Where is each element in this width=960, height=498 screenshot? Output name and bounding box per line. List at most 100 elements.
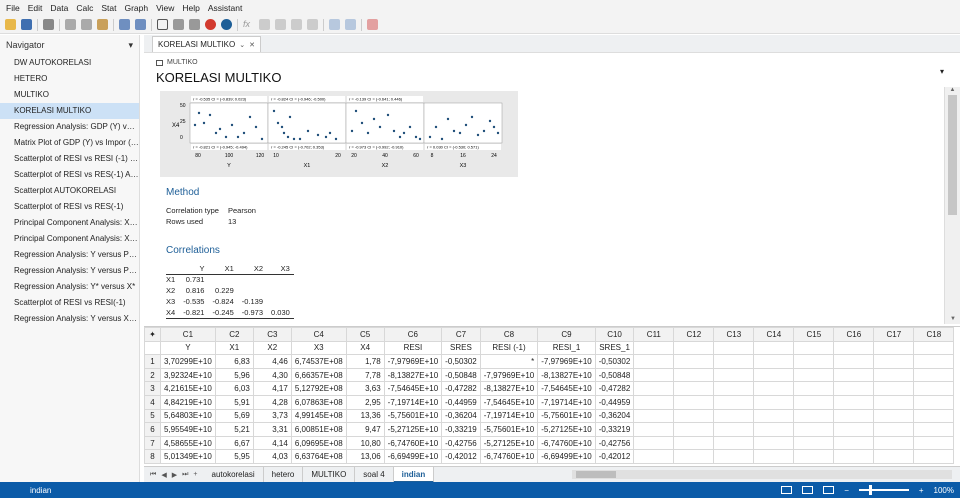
- navigator-item[interactable]: Regression Analysis: GDP (Y) versu...: [0, 119, 139, 135]
- worksheet-cell[interactable]: -0,42012: [594, 449, 635, 464]
- row-number[interactable]: 8: [144, 449, 161, 464]
- worksheet-cell[interactable]: [793, 394, 835, 410]
- tab-korelasi-multiko[interactable]: KORELASI MULTIKO ⌄ ✕: [152, 36, 261, 52]
- open-icon[interactable]: [5, 19, 16, 30]
- navigator-item[interactable]: Scatterplot of RESI vs RES(-1) AUT...: [0, 167, 139, 183]
- worksheet-cell[interactable]: [633, 449, 675, 464]
- worksheet-cell[interactable]: 6,03: [214, 381, 254, 396]
- scroll-down-icon[interactable]: ▼: [945, 316, 960, 322]
- worksheet-cell[interactable]: 3,31: [252, 422, 292, 437]
- worksheet-cell[interactable]: -0,36204: [594, 408, 635, 424]
- menu-item-stat[interactable]: Stat: [101, 3, 116, 13]
- worksheet-cell[interactable]: [793, 381, 835, 396]
- worksheet-cell[interactable]: [713, 449, 755, 464]
- worksheet-cell[interactable]: -0,44959: [441, 394, 481, 410]
- column-id-header[interactable]: C1: [160, 327, 216, 342]
- horizontal-scrollbar[interactable]: [572, 470, 952, 479]
- help-icon[interactable]: [221, 19, 232, 30]
- worksheet-cell[interactable]: [753, 422, 795, 437]
- replace-icon[interactable]: [189, 19, 200, 30]
- column-name-cell[interactable]: X2: [252, 340, 292, 356]
- cut-icon[interactable]: [65, 19, 76, 30]
- worksheet-cell[interactable]: [833, 435, 875, 451]
- worksheet-cell[interactable]: -8,13827E+10: [383, 367, 443, 383]
- worksheet-cell[interactable]: [873, 449, 915, 464]
- scroll-up-icon[interactable]: ▲: [945, 87, 960, 93]
- column-id-header[interactable]: C14: [753, 327, 795, 342]
- worksheet-cell[interactable]: -0,50848: [441, 367, 481, 383]
- insert-column-icon[interactable]: [275, 19, 286, 30]
- worksheet-cell[interactable]: [673, 422, 715, 437]
- worksheet-cell[interactable]: [713, 394, 755, 410]
- worksheet-cell[interactable]: [913, 408, 955, 424]
- worksheet-cell[interactable]: 4,84219E+10: [160, 394, 216, 410]
- navigator-item[interactable]: Scatterplot of RESI vs RES(-1): [0, 199, 139, 215]
- worksheet-cell[interactable]: [873, 408, 915, 424]
- worksheet-cell[interactable]: 3,63: [345, 381, 385, 396]
- worksheet-cell[interactable]: [793, 435, 835, 451]
- column-name-cell[interactable]: [793, 340, 835, 356]
- chevron-down-icon[interactable]: ⌄: [239, 41, 245, 49]
- worksheet-cell[interactable]: [673, 435, 715, 451]
- worksheet-cell[interactable]: [833, 449, 875, 464]
- output-options-icon[interactable]: ▾: [940, 67, 944, 76]
- worksheet-cell[interactable]: 7,78: [345, 367, 385, 383]
- column-id-header[interactable]: C3: [252, 327, 292, 342]
- worksheet-cell[interactable]: -6,74760E+10: [537, 435, 596, 451]
- worksheet-cell[interactable]: -6,74760E+10: [479, 449, 539, 464]
- worksheet-cell[interactable]: [713, 408, 755, 424]
- menu-item-assistant[interactable]: Assistant: [208, 3, 243, 13]
- worksheet-cell[interactable]: [673, 394, 715, 410]
- sheet-tab[interactable]: autokorelasi: [204, 466, 264, 483]
- zoom-out-icon[interactable]: −: [844, 486, 849, 495]
- worksheet-cell[interactable]: 4,30: [252, 367, 292, 383]
- worksheet-cell[interactable]: [913, 422, 955, 437]
- row-number[interactable]: 2: [144, 367, 161, 383]
- worksheet-cell[interactable]: [633, 408, 675, 424]
- worksheet-cell[interactable]: -0,33219: [594, 422, 635, 437]
- worksheet-cell[interactable]: 3,70299E+10: [160, 354, 216, 369]
- column-id-header[interactable]: C16: [833, 327, 875, 342]
- column-name-cell[interactable]: [673, 340, 715, 356]
- row-number[interactable]: 7: [144, 435, 161, 451]
- eraser-icon[interactable]: [367, 19, 378, 30]
- save-icon[interactable]: [21, 19, 32, 30]
- worksheet-cell[interactable]: [673, 408, 715, 424]
- worksheet-cell[interactable]: [673, 449, 715, 464]
- worksheet-cell[interactable]: [793, 422, 835, 437]
- sort-icon[interactable]: [307, 19, 318, 30]
- worksheet-cell[interactable]: [913, 381, 955, 396]
- first-sheet-icon[interactable]: ⏮: [150, 471, 156, 479]
- worksheet-cell[interactable]: [833, 354, 875, 369]
- worksheet-cell[interactable]: 3,73: [252, 408, 292, 424]
- worksheet-cell[interactable]: 13,36: [345, 408, 385, 424]
- worksheet-cell[interactable]: 4,14: [252, 435, 292, 451]
- worksheet-cell[interactable]: 13,06: [345, 449, 385, 464]
- worksheet-cell[interactable]: [753, 367, 795, 383]
- column-name-cell[interactable]: [913, 340, 955, 356]
- column-id-header[interactable]: C6: [383, 327, 443, 342]
- worksheet-cell[interactable]: [833, 408, 875, 424]
- menu-item-edit[interactable]: Edit: [28, 3, 43, 13]
- column-name-cell[interactable]: SRES: [441, 340, 481, 356]
- sheet-tab[interactable]: hetero: [264, 466, 304, 483]
- worksheet-cell[interactable]: -0,44959: [594, 394, 635, 410]
- worksheet-cell[interactable]: 5,95549E+10: [160, 422, 216, 437]
- column-id-header[interactable]: C17: [873, 327, 915, 342]
- worksheet-cell[interactable]: 4,28: [252, 394, 292, 410]
- row-number[interactable]: 5: [144, 408, 161, 424]
- worksheet-cell[interactable]: [673, 354, 715, 369]
- worksheet-cell[interactable]: [713, 367, 755, 383]
- menu-item-file[interactable]: File: [6, 3, 20, 13]
- worksheet-cell[interactable]: 4,17: [252, 381, 292, 396]
- worksheet-cell[interactable]: [633, 367, 675, 383]
- column-id-header[interactable]: C5: [345, 327, 385, 342]
- column-id-header[interactable]: C13: [713, 327, 755, 342]
- worksheet-cell[interactable]: -7,54645E+10: [479, 394, 539, 410]
- row-number[interactable]: 4: [144, 394, 161, 410]
- worksheet-cell[interactable]: 6,67: [214, 435, 254, 451]
- worksheet-cell[interactable]: [633, 422, 675, 437]
- navigator-item[interactable]: Principal Component Analysis: X1, ...: [0, 215, 139, 231]
- column-id-header[interactable]: C15: [793, 327, 835, 342]
- worksheet-cell[interactable]: -0,50302: [441, 354, 481, 369]
